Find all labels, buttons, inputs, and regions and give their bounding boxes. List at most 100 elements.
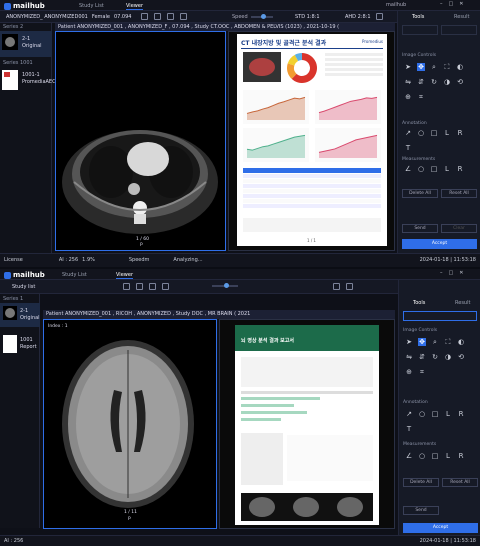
close-icon[interactable]: ✕ — [459, 1, 463, 7]
reset-all-button[interactable]: Reset All — [441, 189, 477, 198]
redo-button[interactable] — [441, 25, 477, 35]
settings-icon[interactable] — [376, 13, 383, 20]
series-thumbnail-report-2[interactable] — [3, 335, 17, 353]
mr-viewport[interactable]: Index : 1 1 / 11 P — [43, 319, 217, 529]
layout-icon[interactable] — [123, 283, 130, 290]
magnify-icon[interactable]: ⊕ — [405, 368, 413, 376]
ct-viewport[interactable]: 1 / 60 P — [55, 31, 226, 251]
tab-viewer[interactable]: Viewer — [126, 3, 143, 10]
minimize-icon[interactable]: – — [440, 1, 443, 7]
zoom-icon[interactable]: ⌕ — [430, 63, 438, 71]
invert-icon[interactable]: ◑ — [444, 353, 452, 361]
play-icon[interactable] — [180, 13, 187, 20]
length-tool-icon[interactable]: L — [444, 410, 452, 418]
reset-view-icon[interactable]: ⟲ — [456, 78, 464, 86]
ellipse-roi-icon[interactable]: ○ — [417, 165, 425, 173]
pan-icon[interactable]: ✥ — [418, 338, 426, 346]
series-thumbnail-report[interactable] — [2, 70, 18, 90]
arrow-tool-icon[interactable]: ↗ — [404, 129, 412, 137]
maximize-icon[interactable]: □ — [449, 270, 454, 276]
tab-result-2[interactable]: Result — [455, 300, 470, 306]
speed-slider[interactable] — [250, 14, 273, 19]
text-tool-icon[interactable]: T — [404, 144, 412, 152]
fit-icon[interactable]: ⛶ — [443, 63, 451, 71]
tab-result[interactable]: Result — [454, 14, 469, 20]
series-item-selected-2[interactable]: 2-1 Original — [0, 303, 40, 327]
accept-button-2[interactable]: Accept — [403, 523, 478, 533]
rect-tool-icon[interactable]: □ — [431, 410, 439, 418]
series-thumbnail[interactable] — [2, 34, 18, 50]
window-level-icon[interactable]: ◐ — [456, 63, 464, 71]
tab-tools[interactable]: Tools — [412, 14, 424, 20]
line-measure-icon[interactable]: L — [444, 452, 452, 460]
rotate-icon[interactable]: ↻ — [431, 353, 439, 361]
clear-button[interactable]: Clear — [441, 224, 477, 233]
export-icon[interactable] — [346, 283, 353, 290]
pointer-icon[interactable]: ➤ — [404, 63, 412, 71]
delete-all-button-2[interactable]: Delete All — [403, 478, 439, 487]
invert-icon[interactable]: ◑ — [443, 78, 451, 86]
angle-tool-icon[interactable]: ∠ — [405, 452, 413, 460]
settings-icon[interactable] — [333, 283, 340, 290]
grid-icon[interactable] — [136, 283, 143, 290]
series-item-selected[interactable]: 2-1 Original — [0, 31, 52, 57]
std-select[interactable]: STD 1:8:1 — [295, 14, 320, 20]
flip-h-icon[interactable]: ⇋ — [405, 353, 413, 361]
rect-tool-icon[interactable]: □ — [430, 129, 438, 137]
stack-icon[interactable] — [167, 13, 174, 20]
tab-tools-2[interactable]: Tools — [413, 300, 425, 306]
rect-roi-icon[interactable]: □ — [430, 165, 438, 173]
ai-analysis-button[interactable] — [403, 311, 477, 321]
ruler-tool-icon[interactable]: R — [456, 129, 464, 137]
angle-tool-icon[interactable]: ∠ — [404, 165, 412, 173]
crop-icon[interactable]: ⌗ — [418, 368, 426, 376]
tab-study-list-2[interactable]: Study List — [62, 272, 87, 278]
circle-tool-icon[interactable]: ○ — [417, 129, 425, 137]
report-viewport-2[interactable]: 뇌 영상 분석 결과 보고서 — [219, 319, 395, 529]
undo-button[interactable] — [402, 25, 438, 35]
rect-roi-icon[interactable]: □ — [431, 452, 439, 460]
user-menu[interactable]: mailhub — [386, 2, 406, 8]
probe-icon[interactable]: R — [456, 165, 464, 173]
ahd-select[interactable]: AHD 2:8:1 — [345, 14, 371, 20]
close-icon[interactable]: ✕ — [459, 270, 463, 276]
zoom-icon[interactable]: ⌕ — [431, 338, 439, 346]
layout-icon[interactable] — [141, 13, 148, 20]
speed-slider-2[interactable] — [212, 283, 238, 288]
send-button-2[interactable]: Send — [403, 506, 439, 515]
probe-icon[interactable]: R — [457, 452, 465, 460]
pan-icon[interactable]: ✥ — [417, 63, 425, 71]
crop-icon[interactable]: ⌗ — [417, 93, 425, 101]
fit-icon[interactable]: ⛶ — [444, 338, 452, 346]
text-tool-icon[interactable]: T — [405, 425, 413, 433]
grid-icon[interactable] — [154, 13, 161, 20]
pointer-icon[interactable]: ➤ — [405, 338, 413, 346]
series-item-2b[interactable]: 1001 Report — [0, 332, 40, 356]
line-measure-icon[interactable]: L — [443, 165, 451, 173]
report-viewport[interactable]: CT 내장지방 및 골격근 분석 결과 Promedius 1 / 1 — [228, 31, 395, 251]
flip-h-icon[interactable]: ⇋ — [404, 78, 412, 86]
stack-icon[interactable] — [149, 283, 156, 290]
ellipse-roi-icon[interactable]: ○ — [418, 452, 426, 460]
series-thumbnail-2[interactable] — [3, 306, 17, 320]
delete-all-button[interactable]: Delete All — [402, 189, 438, 198]
speed-control[interactable]: Speed — [232, 14, 273, 20]
reset-view-icon[interactable]: ⟲ — [457, 353, 465, 361]
flip-v-icon[interactable]: ⇵ — [418, 353, 426, 361]
series-item[interactable]: 1001-1 PromediaAEC-8 — [0, 67, 61, 93]
circle-tool-icon[interactable]: ○ — [418, 410, 426, 418]
flip-v-icon[interactable]: ⇵ — [417, 78, 425, 86]
magnify-icon[interactable]: ⊕ — [404, 93, 412, 101]
ruler-tool-icon[interactable]: R — [457, 410, 465, 418]
window-level-icon[interactable]: ◐ — [457, 338, 465, 346]
send-button[interactable]: Send — [402, 224, 438, 233]
tab-viewer-2[interactable]: Viewer — [116, 272, 133, 279]
tab-study-list[interactable]: Study List — [79, 3, 104, 9]
accept-button[interactable]: Accept — [402, 239, 477, 249]
rotate-icon[interactable]: ↻ — [430, 78, 438, 86]
reset-all-button-2[interactable]: Reset All — [442, 478, 478, 487]
length-tool-icon[interactable]: L — [443, 129, 451, 137]
arrow-tool-icon[interactable]: ↗ — [405, 410, 413, 418]
minimize-icon[interactable]: – — [440, 270, 443, 276]
maximize-icon[interactable]: □ — [449, 1, 454, 7]
